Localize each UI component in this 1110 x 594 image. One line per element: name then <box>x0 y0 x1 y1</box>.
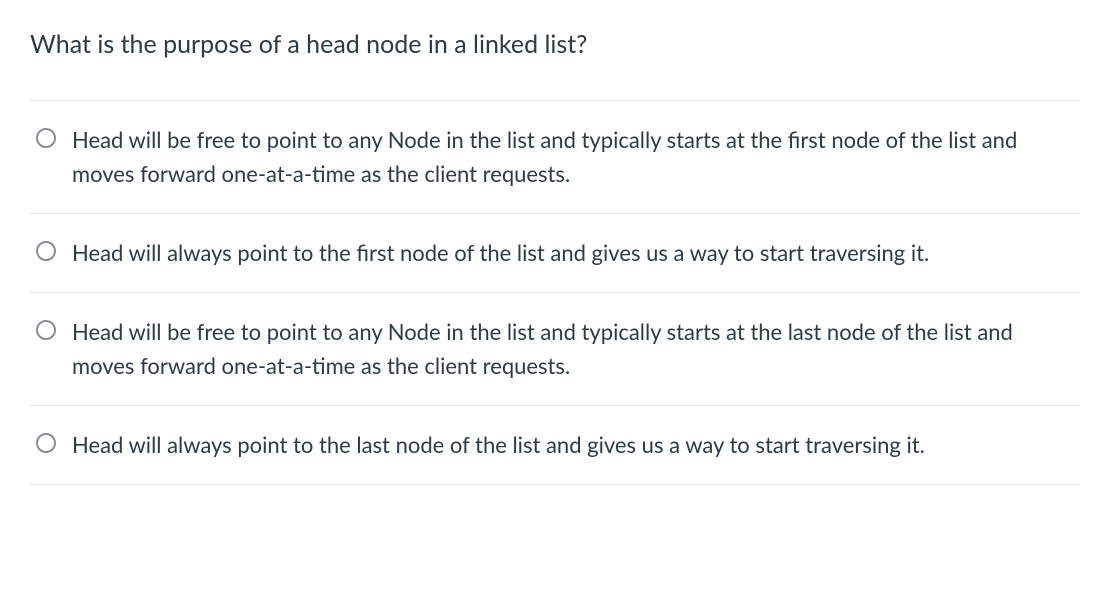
radio-wrap <box>36 123 56 152</box>
option-row[interactable]: Head will always point to the first node… <box>30 214 1080 293</box>
radio-icon[interactable] <box>36 433 56 453</box>
radio-icon[interactable] <box>36 128 56 148</box>
option-text: Head will be free to point to any Node i… <box>72 315 1074 383</box>
options-list: Head will be free to point to any Node i… <box>30 100 1080 486</box>
radio-icon[interactable] <box>36 241 56 261</box>
option-row[interactable]: Head will be free to point to any Node i… <box>30 293 1080 406</box>
option-text: Head will always point to the last node … <box>72 428 1074 462</box>
option-text: Head will always point to the first node… <box>72 236 1074 270</box>
radio-wrap <box>36 428 56 457</box>
radio-wrap <box>36 236 56 265</box>
option-row[interactable]: Head will always point to the last node … <box>30 406 1080 485</box>
radio-wrap <box>36 315 56 344</box>
option-text: Head will be free to point to any Node i… <box>72 123 1074 191</box>
radio-icon[interactable] <box>36 320 56 340</box>
question-prompt: What is the purpose of a head node in a … <box>30 28 1080 62</box>
question-container: What is the purpose of a head node in a … <box>30 28 1080 485</box>
option-row[interactable]: Head will be free to point to any Node i… <box>30 101 1080 214</box>
